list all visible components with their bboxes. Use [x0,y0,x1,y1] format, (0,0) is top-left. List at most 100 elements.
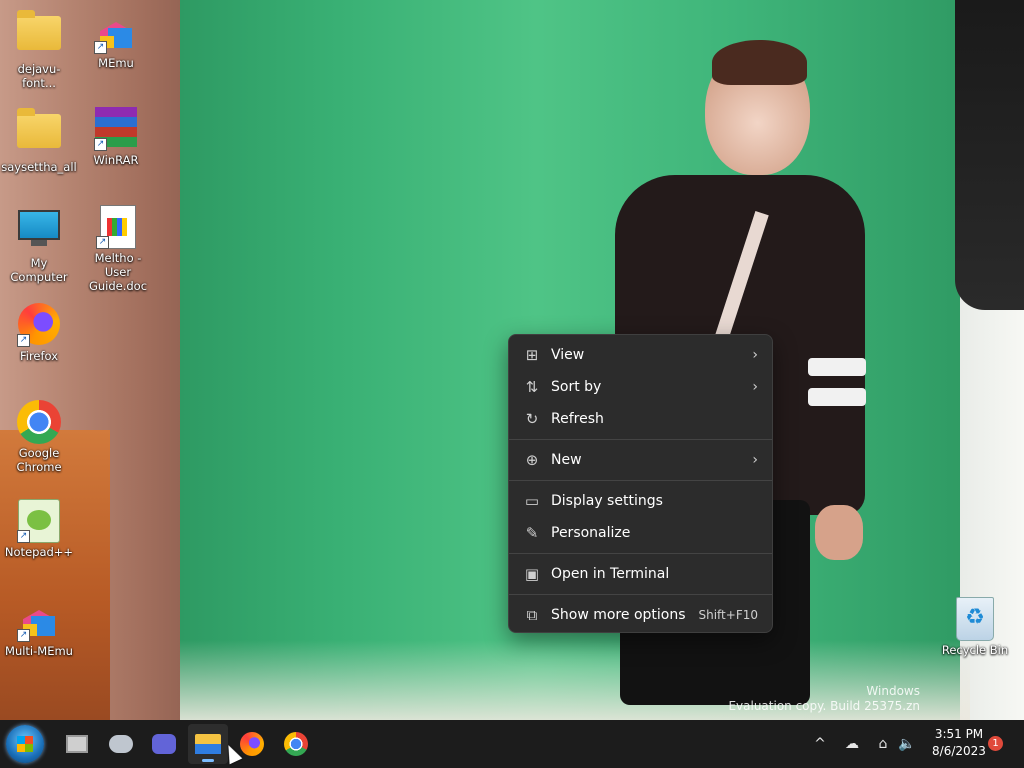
show-hidden-icons-chevron[interactable]: ^ [810,732,830,756]
cloud-icon [109,735,133,753]
task-view-icon [66,735,88,753]
desktop-icon-label: Meltho - User Guide.doc [88,251,148,293]
menu-item-label: Refresh [551,411,604,427]
menu-item-refresh[interactable]: ↻ Refresh [509,403,772,435]
chrome-icon [284,732,308,756]
notepadpp-icon: ↗ [17,499,61,543]
menu-item-new[interactable]: ⊕ New › [509,444,772,476]
desktop-icon-recycle-bin[interactable]: Recycle Bin [937,596,1013,657]
menu-separator [509,439,772,440]
menu-item-personalize[interactable]: ✎ Personalize [509,517,772,549]
winrar-icon: ↗ [94,107,138,151]
desktop-icon-winrar[interactable]: ↗ WinRAR [78,106,154,167]
menu-item-sort-by[interactable]: ⇅ Sort by › [509,371,772,403]
taskbar-clock[interactable]: 3:51 PM 8/6/2023 [925,726,993,760]
wallpaper-person-hand [815,505,863,560]
shortcut-arrow-icon: ↗ [17,334,30,347]
taskbar-task-view[interactable] [57,724,97,764]
share-icon: ⧉ [526,606,538,624]
menu-item-display-settings[interactable]: ▭ Display settings [509,485,772,517]
taskbar-file-explorer[interactable] [188,724,228,764]
desktop-context-menu: ⊞ View › ⇅ Sort by › ↻ Refresh ⊕ New › ▭… [508,334,773,633]
refresh-icon: ↻ [525,410,539,428]
desktop-icon-label: WinRAR [93,153,139,167]
desktop-icon-label: saysettha_all [1,160,77,174]
folder-icon [17,108,61,158]
menu-item-label: Show more options [551,607,686,623]
taskbar-meet-app[interactable] [144,724,184,764]
menu-item-label: Display settings [551,493,663,509]
network-icon[interactable]: ⌂ [873,732,893,756]
notification-badge[interactable]: 1 [988,736,1003,751]
desktop-icon-my-computer[interactable]: My Computer [1,204,77,284]
chevron-right-icon: › [752,347,758,363]
file-explorer-icon [195,734,221,754]
memu-icon: ↗ [94,10,138,54]
evaluation-watermark: Windows Evaluation copy. Build 25375.zn [728,684,920,714]
desktop-icon-label: dejavu-font... [17,62,61,90]
menu-separator [509,553,772,554]
menu-item-label: New [551,452,582,468]
chrome-icon [17,400,61,444]
desktop-icon-label: My Computer [10,256,68,284]
shortcut-arrow-icon: ↗ [17,530,30,543]
display-icon: ▭ [524,492,540,510]
menu-item-label: Open in Terminal [551,566,670,582]
new-plus-icon: ⊕ [525,451,539,469]
taskbar-chrome[interactable] [276,724,316,764]
menu-item-label: Personalize [551,525,631,541]
desktop-icon-multi-memu[interactable]: ↗ Multi-MEmu [1,596,77,658]
watermark-build: Evaluation copy. Build 25375.zn [728,699,920,713]
desktop-icon-label: MEmu [98,56,134,70]
menu-item-label: Sort by [551,379,602,395]
desktop-icon-saysettha-all[interactable]: saysettha_all [1,106,77,174]
folder-icon [17,10,61,60]
desktop-icon-label: Multi-MEmu [5,644,73,658]
desktop-icon-label: Firefox [19,349,59,363]
memu-icon: ↗ [17,598,61,642]
shortcut-arrow-icon: ↗ [17,629,30,642]
clock-time: 3:51 PM [934,727,984,741]
terminal-icon: ▣ [524,565,540,583]
desktop-icon-label: Notepad++ [4,545,74,559]
shortcut-arrow-icon: ↗ [94,138,107,151]
recycle-bin-icon [953,597,997,641]
desktop-icon-firefox[interactable]: ↗ Firefox [1,302,77,363]
desktop-icon-notepadpp[interactable]: ↗ Notepad++ [1,498,77,559]
wallpaper-sleeve-stripe [808,358,866,376]
taskbar: ^ ☁ ⌂ 🔈 3:51 PM 8/6/2023 [0,720,1024,768]
grid-icon: ⊞ [525,346,539,364]
desktop-icon-label: Google Chrome [16,446,62,474]
shortcut-arrow-icon: ↗ [96,236,109,249]
firefox-icon [240,732,264,756]
menu-item-label: View [551,347,585,363]
chevron-right-icon: › [752,452,758,468]
firefox-icon: ↗ [17,303,61,347]
computer-icon [17,210,61,254]
sort-icon: ⇅ [525,378,539,396]
wallpaper-sleeve-stripe [808,388,866,406]
volume-icon[interactable]: 🔈 [896,732,918,756]
meet-icon [152,734,176,754]
keyboard-shortcut: Shift+F10 [698,608,758,622]
desktop-icon-meltho-user-guide[interactable]: ↗ Meltho - User Guide.doc [80,204,156,293]
taskbar-cloud-app[interactable] [101,724,141,764]
wallpaper-person-hair [712,40,807,85]
clock-date: 8/6/2023 [932,744,986,758]
desktop-icon-memu[interactable]: ↗ MEmu [78,8,154,70]
wallpaper-dark-cloth [955,0,1024,310]
menu-item-show-more-options[interactable]: ⧉ Show more options Shift+F10 [509,599,772,631]
desktop-icon-google-chrome[interactable]: Google Chrome [1,400,77,474]
desktop-icon-dejavu-fonts[interactable]: dejavu-font... [1,8,77,90]
pen-icon: ✎ [525,524,539,542]
document-icon: ↗ [96,205,140,249]
menu-item-view[interactable]: ⊞ View › [509,339,772,371]
menu-item-open-in-terminal[interactable]: ▣ Open in Terminal [509,558,772,590]
desktop-icon-label: Recycle Bin [941,643,1009,657]
start-button[interactable] [6,725,44,763]
watermark-title: Windows [866,684,920,698]
menu-separator [509,480,772,481]
shortcut-arrow-icon: ↗ [94,41,107,54]
cloud-offline-icon[interactable]: ☁ [841,732,863,756]
menu-separator [509,594,772,595]
